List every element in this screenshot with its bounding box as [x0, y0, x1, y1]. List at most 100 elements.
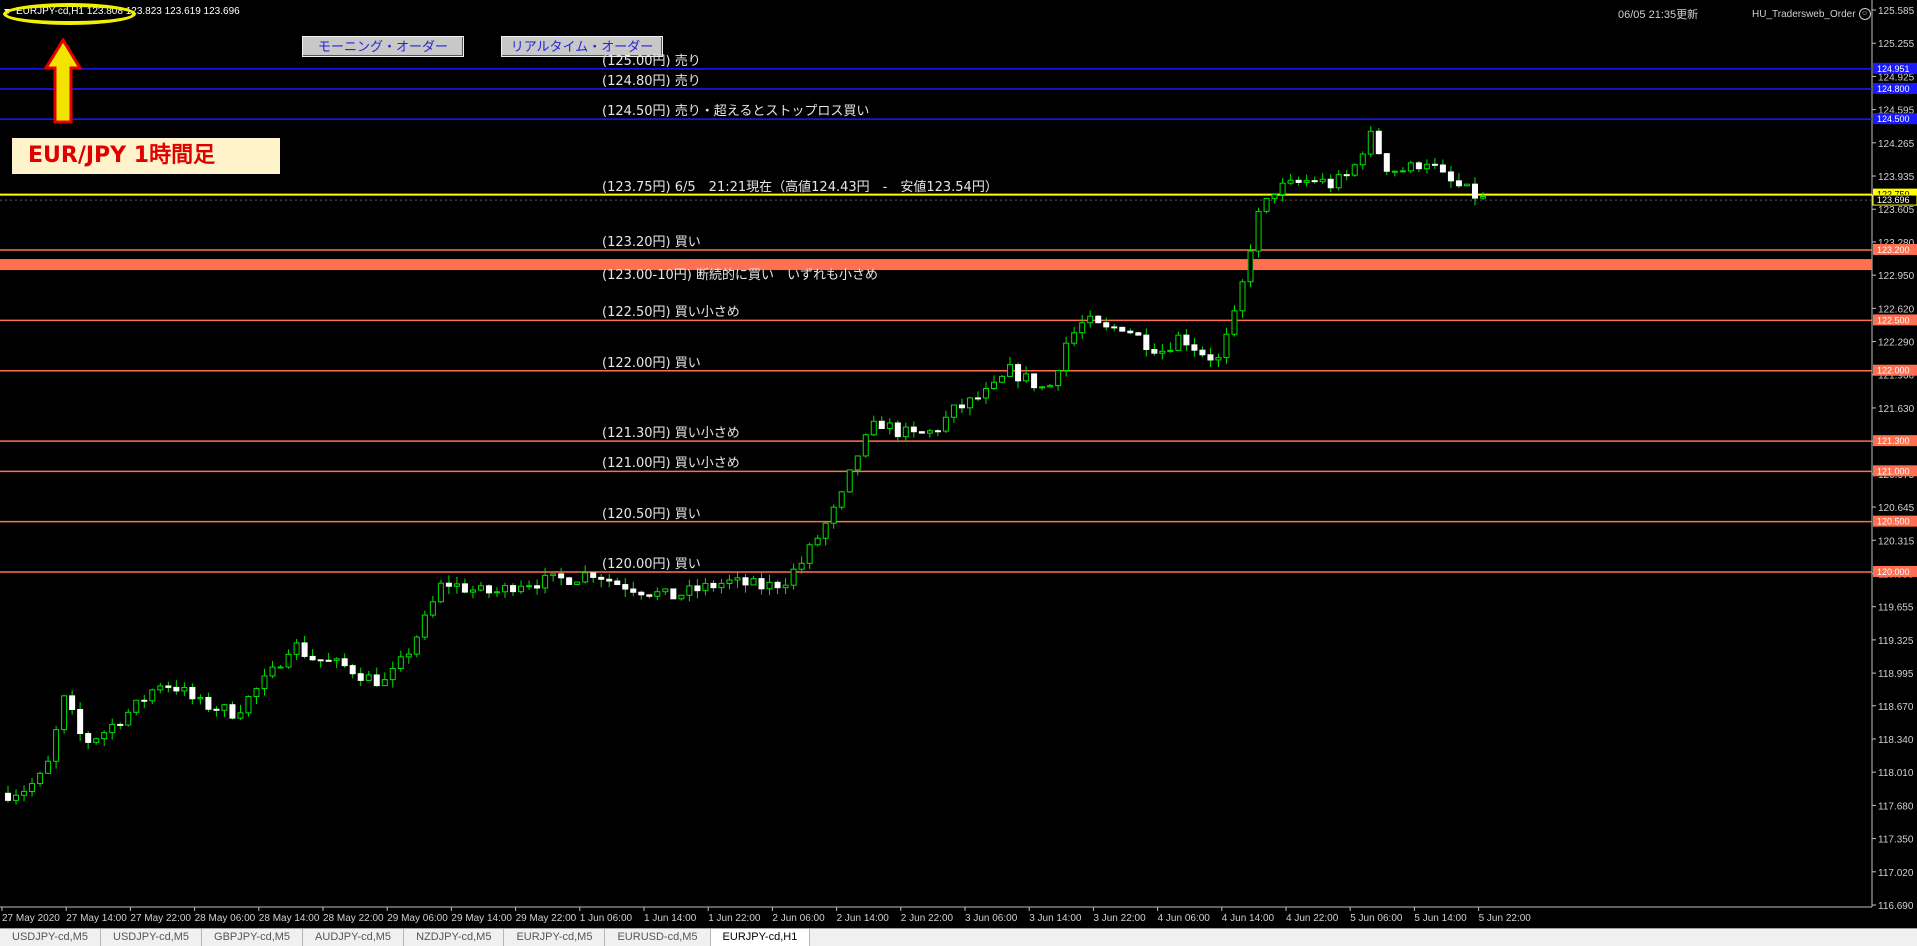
level-annotation: (125.00円) 売り: [602, 53, 701, 69]
candle-body: [461, 583, 468, 593]
time-axis-label: 4 Jun 14:00: [1222, 913, 1275, 924]
time-axis-label: 4 Jun 22:00: [1286, 913, 1339, 924]
price-axis-label: 122.950: [1878, 271, 1915, 282]
candle-body: [245, 696, 252, 714]
candle-body: [1471, 183, 1478, 199]
candle-body: [726, 579, 733, 584]
chart-tab[interactable]: NZDJPY-cd,M5: [404, 929, 505, 946]
candle-body: [293, 642, 300, 655]
price-axis-label: 117.350: [1878, 835, 1914, 846]
candle-body: [974, 397, 981, 400]
candle-body: [229, 704, 236, 719]
candle-body: [598, 576, 605, 580]
candle-body: [493, 591, 500, 594]
time-axis-label: 4 Jun 06:00: [1158, 913, 1211, 924]
price-tag-label: 120.500: [1877, 517, 1910, 527]
candle-body: [942, 416, 949, 432]
chart-tab[interactable]: AUDJPY-cd,M5: [303, 929, 405, 946]
candle-body: [590, 572, 597, 578]
chart-tab[interactable]: EURJPY-cd,M5: [504, 929, 606, 946]
candle-body: [950, 404, 957, 418]
time-axis-label: 1 Jun 22:00: [708, 913, 761, 924]
candle-body: [61, 695, 68, 731]
chart-tab[interactable]: USDJPY-cd,M5: [101, 929, 203, 946]
candle-body: [269, 666, 276, 677]
candle-body: [790, 568, 797, 586]
candle-body: [45, 760, 52, 774]
candle-body: [1231, 310, 1238, 335]
price-tag-label: 124.500: [1877, 114, 1910, 124]
chart-tab[interactable]: EURUSD-cd,M5: [605, 929, 711, 946]
price-axis-label: 118.340: [1878, 735, 1914, 746]
candle-body: [1391, 170, 1398, 173]
updated-timestamp: 06/05 21:35更新: [1618, 9, 1699, 21]
price-tag-label: 121.300: [1877, 436, 1910, 446]
candle-body: [654, 591, 661, 597]
candle-body: [1039, 386, 1046, 389]
candle-body: [550, 573, 557, 576]
candle-body: [1303, 180, 1310, 183]
highlight-ellipse: [3, 3, 136, 25]
price-tag-label: 122.000: [1877, 366, 1910, 376]
candle-body: [181, 686, 188, 692]
candle-body: [389, 667, 396, 681]
candle-body: [870, 420, 877, 436]
candle-body: [1143, 334, 1150, 351]
candle-body: [1047, 385, 1054, 388]
price-axis-label: 116.690: [1878, 901, 1914, 912]
chart-window[interactable]: 125.585 125.255 124.925 124.595 124.265 123.9…: [0, 0, 1917, 928]
candle-body: [750, 578, 757, 586]
level-annotation: (121.00円) 買い小さめ: [602, 456, 740, 472]
candle-body: [125, 711, 132, 726]
candle-body: [1271, 194, 1278, 199]
candle-body: [1351, 164, 1358, 176]
candle-body: [502, 585, 509, 593]
candle-body: [405, 653, 412, 658]
candle-body: [1063, 342, 1070, 371]
candle-body: [317, 659, 324, 662]
candle-body: [1031, 373, 1038, 389]
chart-tab[interactable]: USDJPY-cd,M5: [0, 929, 102, 946]
chart-tab-bar: USDJPY-cd,M5 USDJPY-cd,M5 GBPJPY-cd,M5 AUDJ…: [0, 928, 1917, 946]
candle-body: [958, 404, 965, 409]
time-axis-label: 27 May 22:00: [130, 913, 191, 924]
candle-body: [453, 583, 460, 587]
candle-body: [477, 585, 484, 591]
candle-body: [1071, 332, 1078, 344]
expert-advisor-label[interactable]: HU_Tradersweb_Order ☺: [1752, 8, 1871, 20]
price-axis-label: 119.655: [1878, 603, 1914, 614]
candle-body: [341, 658, 348, 667]
candle-body: [582, 572, 589, 583]
price-chart[interactable]: 125.585125.255124.925124.595124.265123.9…: [0, 0, 1917, 928]
price-axis-label: 120.315: [1878, 536, 1915, 547]
level-annotation: (122.50円) 買い小さめ: [602, 305, 740, 321]
candle-body: [1023, 373, 1030, 382]
candle-body: [1383, 153, 1390, 172]
candle-body: [742, 577, 749, 586]
morning-order-button[interactable]: モーニング・オーダー: [302, 36, 464, 57]
candle-body: [966, 397, 973, 409]
time-axis-label: 29 May 06:00: [387, 913, 448, 924]
time-axis-label: 28 May 22:00: [323, 913, 384, 924]
candle-body: [1103, 322, 1110, 328]
candle-body: [734, 577, 741, 581]
time-axis-label: 3 Jun 06:00: [965, 913, 1018, 924]
chart-tab[interactable]: EURJPY-cd,H1: [710, 929, 811, 946]
candle-body: [982, 388, 989, 399]
chart-tab[interactable]: GBPJPY-cd,M5: [202, 929, 304, 946]
price-axis-label: 119.325: [1878, 636, 1914, 647]
price-tag-label: 123.200: [1877, 245, 1910, 255]
candle-body: [622, 584, 629, 590]
chart-caption: EUR/JPY 1時間足: [12, 138, 280, 174]
time-axis-label: 5 Jun 14:00: [1414, 913, 1467, 924]
candle-body: [991, 381, 998, 390]
candle-body: [1119, 326, 1126, 332]
candle-body: [1431, 163, 1438, 166]
candle-body: [1359, 153, 1366, 166]
level-annotation: (122.00円) 買い: [602, 355, 701, 371]
candle-body: [277, 666, 284, 669]
candle-body: [357, 673, 364, 681]
candle-body: [37, 772, 44, 785]
candle-body: [133, 699, 140, 713]
candle-body: [1207, 354, 1214, 361]
